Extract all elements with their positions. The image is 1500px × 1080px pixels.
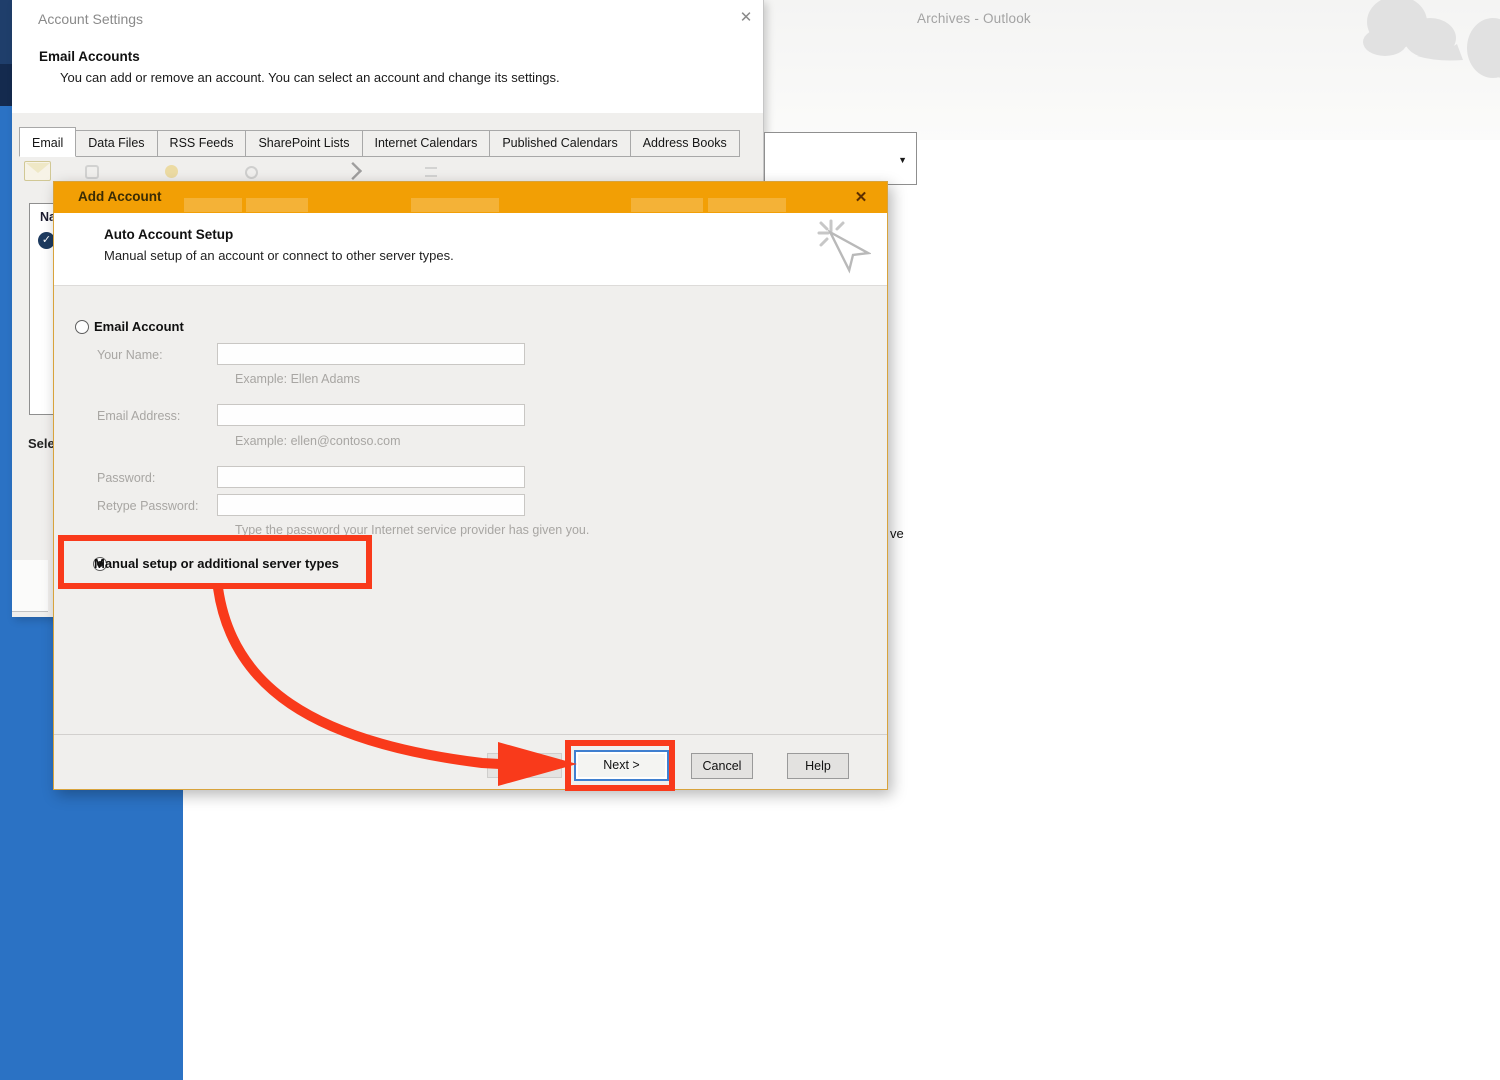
selected-account-text: Sele xyxy=(28,436,55,451)
email-account-label: Email Account xyxy=(94,319,184,334)
titlebar-band xyxy=(411,198,499,212)
email-accounts-description: You can add or remove an account. You ca… xyxy=(60,70,560,85)
left-stripe-dark xyxy=(0,0,12,64)
account-settings-tabs: Email Data Files RSS Feeds SharePoint Li… xyxy=(20,127,740,157)
window-caption: Archives - Outlook xyxy=(917,11,1031,26)
help-button[interactable]: Help xyxy=(787,753,849,779)
titlebar-band xyxy=(631,198,703,212)
tab-address-books[interactable]: Address Books xyxy=(630,130,740,157)
email-address-label: Email Address: xyxy=(97,409,180,423)
annotation-arrow xyxy=(180,580,600,800)
titlebar-band xyxy=(708,198,786,212)
dialog-header: Auto Account Setup Manual setup of an ac… xyxy=(54,213,887,286)
reorder-arrows-icon[interactable] xyxy=(425,167,437,177)
email-address-helper: Example: ellen@contoso.com xyxy=(235,434,401,448)
close-icon[interactable]: ✕ xyxy=(849,186,873,210)
retype-password-input[interactable] xyxy=(217,494,525,516)
titlebar-band xyxy=(246,198,308,212)
retype-password-label: Retype Password: xyxy=(97,499,198,513)
your-name-helper: Example: Ellen Adams xyxy=(235,372,360,386)
cursor-click-icon xyxy=(817,219,871,288)
your-name-label: Your Name: xyxy=(97,348,163,362)
titlebar-band xyxy=(184,198,242,212)
tab-rss-feeds[interactable]: RSS Feeds xyxy=(157,130,247,157)
address-dropdown[interactable]: ▼ xyxy=(764,132,917,185)
remove-button-fragment[interactable]: ve xyxy=(890,526,904,541)
tab-data-files[interactable]: Data Files xyxy=(75,130,157,157)
left-stripe-darker xyxy=(0,64,12,106)
auto-account-setup-subheading: Manual setup of an account or connect to… xyxy=(104,248,454,263)
left-stripe-blue xyxy=(0,106,12,617)
repair-icon[interactable] xyxy=(85,165,99,179)
change-icon[interactable] xyxy=(165,165,178,178)
add-account-title: Add Account xyxy=(78,189,162,204)
new-email-icon[interactable] xyxy=(24,161,51,181)
account-settings-title: Account Settings xyxy=(38,11,143,27)
your-name-input[interactable] xyxy=(217,343,525,365)
tab-internet-calendars[interactable]: Internet Calendars xyxy=(362,130,491,157)
set-default-icon[interactable] xyxy=(245,166,258,179)
auto-account-setup-heading: Auto Account Setup xyxy=(104,227,233,242)
add-account-titlebar: Add Account ✕ xyxy=(54,182,887,213)
tab-published-calendars[interactable]: Published Calendars xyxy=(489,130,630,157)
tab-sharepoint-lists[interactable]: SharePoint Lists xyxy=(245,130,362,157)
cloud-icon xyxy=(1325,0,1500,135)
cancel-button[interactable]: Cancel xyxy=(691,753,753,779)
password-input[interactable] xyxy=(217,466,525,488)
close-icon[interactable]: ✕ xyxy=(735,7,757,29)
email-account-radio[interactable] xyxy=(75,320,89,334)
email-accounts-heading: Email Accounts xyxy=(39,49,140,64)
chevron-down-icon[interactable]: ▼ xyxy=(898,155,907,165)
tab-email[interactable]: Email xyxy=(19,127,76,157)
window-bottom-sliver xyxy=(12,560,48,612)
email-address-input[interactable] xyxy=(217,404,525,426)
password-label: Password: xyxy=(97,471,155,485)
